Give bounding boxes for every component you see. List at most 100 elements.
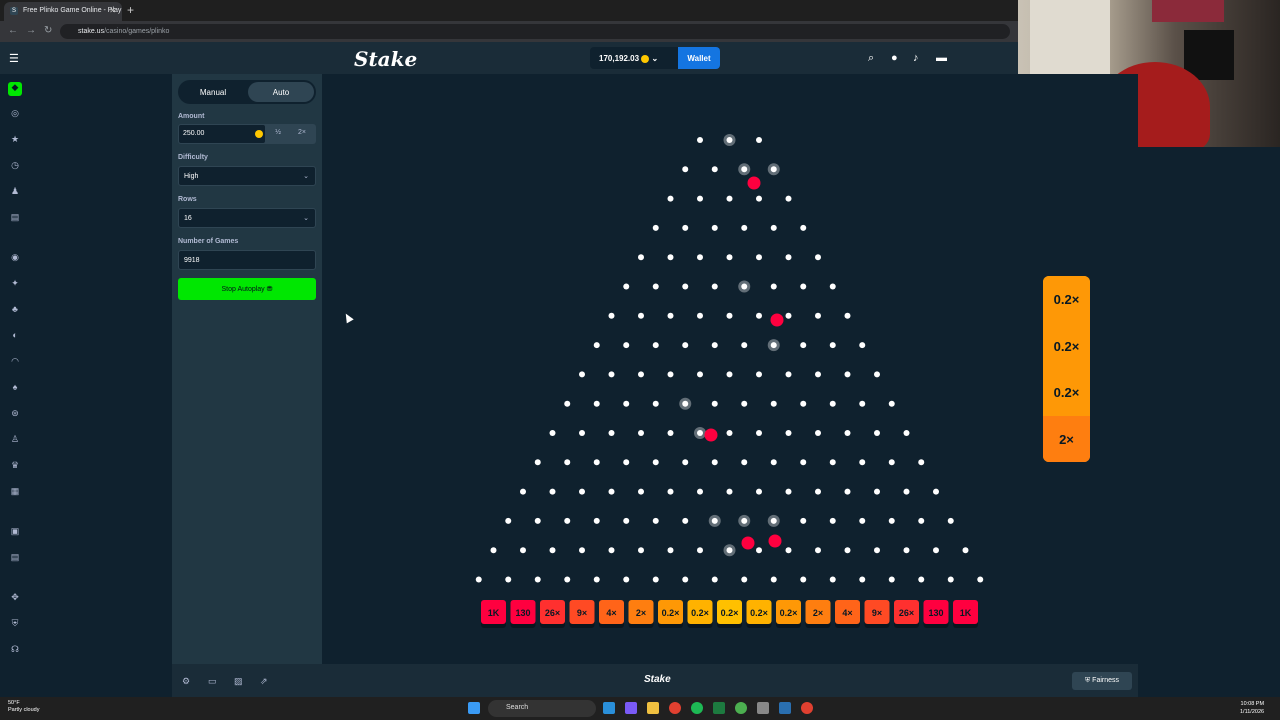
reload-icon[interactable]: ↻ [44,25,52,36]
history-item: 0.2× [1043,369,1090,416]
time: 10:08 PM [1240,701,1265,707]
favourites-icon[interactable]: ★ [8,134,22,148]
stake-logo[interactable]: Stake [354,47,417,71]
url-domain: stake.us [78,28,105,35]
app-icon[interactable] [625,702,637,714]
live-casino-icon[interactable]: ◐ [8,330,22,344]
settings-icon[interactable]: ⚙ [182,676,190,687]
settings-icon[interactable] [757,702,769,714]
start-icon[interactable] [468,702,480,714]
casino-icon[interactable]: ◆ [8,82,22,96]
temperature: 50°F [8,700,20,706]
half-button[interactable]: ½ [267,129,289,136]
blackjack-icon[interactable]: ♛ [8,460,22,474]
shield-icon: ⛨ [1084,677,1091,684]
responsible-gambling-icon[interactable]: ⛨ [8,618,22,632]
slots-icon[interactable]: ♣ [8,304,22,318]
chrome-icon[interactable] [669,702,681,714]
tab-auto[interactable]: Auto [248,82,314,102]
sports-icon[interactable]: ◎ [8,108,22,122]
url-path: /casino/games/plinko [104,28,170,35]
footer-logo: Stake [644,674,671,685]
system-clock[interactable]: 10:08 PM 1/11/2026 [1240,700,1264,716]
user-icon[interactable]: ● [891,52,898,64]
amount-label: Amount [178,113,205,120]
challenges-icon[interactable]: ♟ [8,186,22,200]
date: 1/11/2026 [1240,709,1265,715]
game-area [322,74,1138,664]
back-icon[interactable]: ← [8,25,18,36]
new-releases-icon[interactable]: ♠ [8,382,22,396]
chevron-down-icon: ⌄ [303,215,309,222]
fairness-label: Fairness [1092,677,1120,684]
history-item: 2× [1043,415,1090,462]
wallet-button[interactable]: Wallet [678,47,720,69]
recent-icon[interactable]: ◷ [8,160,22,174]
history-item: 0.2× [1043,276,1090,323]
games-label: Number of Games [178,238,239,245]
amount-group: 250.00 ½ 2× [178,124,316,144]
stats-icon[interactable]: ▨ [234,676,243,687]
game-shows-icon[interactable]: ◠ [8,356,22,370]
blog-icon[interactable]: ▤ [8,552,22,566]
theatre-mode-icon[interactable]: ▭ [208,676,217,687]
chrome-icon[interactable] [801,702,813,714]
live-support-icon[interactable]: ☊ [8,644,22,658]
windows-taskbar: 50°F Partly cloudy Search 10:08 PM 1/11/… [0,697,1280,720]
table-games-icon[interactable]: ♙ [8,434,22,448]
forward-icon[interactable]: → [26,25,36,36]
excel-icon[interactable] [713,702,725,714]
new-tab-icon[interactable]: + [127,3,134,17]
spotify-icon[interactable] [691,702,703,714]
amount-input[interactable]: 250.00 [179,125,265,143]
coin-icon [641,54,650,63]
difficulty-select[interactable]: High ⌄ [178,166,316,186]
edge-icon[interactable] [603,702,615,714]
double-button[interactable]: 2× [291,129,313,136]
bet-control-panel: Manual Auto Amount 250.00 ½ 2× Difficult… [172,74,322,664]
chevron-down-icon: ⌄ [651,54,659,63]
difficulty-value: High [184,173,199,180]
bell-icon[interactable]: ♪ [913,52,919,64]
my-bets-icon[interactable]: ▤ [8,212,22,226]
weather-desc: Partly cloudy [8,707,40,713]
exclusives-icon[interactable]: ✦ [8,278,22,292]
chip-icon: ⛃ [266,286,273,293]
taskbar-search[interactable]: Search [488,700,596,717]
result-history: 0.2× 0.2× 0.2× 2× [1043,276,1090,462]
sponsorships-icon[interactable]: ✥ [8,592,22,606]
app-icon[interactable] [735,702,747,714]
balance-display[interactable]: 170,192.03 ⌄ [590,47,678,69]
rows-value: 16 [184,215,192,222]
stop-autoplay-label: Stop Autoplay [221,286,265,293]
balance-value: 170,192.03 [599,54,640,63]
mode-toggle: Manual Auto [178,80,316,104]
chevron-down-icon: ⌄ [303,173,309,180]
left-sidebar: ◆ ◎ ★ ◷ ♟ ▤ ◉ ✦ ♣ ◐ ◠ ♠ ⊛ ♙ ♛ ▦ ▣ ▤ ✥ ⛨ … [0,74,30,697]
stop-autoplay-button[interactable]: Stop Autoplay ⛃ [178,278,316,300]
publishers-icon[interactable]: ▦ [8,486,22,500]
right-column [1138,147,1280,697]
fairness-button[interactable]: ⛨ Fairness [1072,672,1132,690]
weather-widget[interactable]: 50°F Partly cloudy [8,700,40,714]
browser-tab[interactable]: S Free Plinko Game Online - Play ✕ [4,2,122,21]
popout-icon[interactable]: ⇗ [260,676,268,687]
search-icon[interactable]: ⌕ [868,52,874,65]
menu-icon[interactable]: ☰ [9,52,19,65]
coin-icon [255,130,263,138]
bonus-buy-icon[interactable]: ⊛ [8,408,22,422]
tab-manual[interactable]: Manual [180,82,246,102]
rows-select[interactable]: 16 ⌄ [178,208,316,228]
promotions-icon[interactable]: ▣ [8,526,22,540]
steam-icon[interactable] [779,702,791,714]
chat-icon[interactable]: ▬ [936,52,947,64]
game-footer: ⚙ ▭ ▨ ⇗ Stake ⛨ Fairness [172,664,1138,697]
close-tab-icon[interactable]: ✕ [109,6,116,15]
history-item: 0.2× [1043,322,1090,369]
difficulty-label: Difficulty [178,154,208,161]
folder-icon[interactable] [647,702,659,714]
url-field[interactable]: stake.us/casino/games/plinko [60,24,1010,39]
originals-icon[interactable]: ◉ [8,252,22,266]
number-of-games-input[interactable]: 9918 [178,250,316,270]
stake-favicon-icon: S [10,7,18,15]
